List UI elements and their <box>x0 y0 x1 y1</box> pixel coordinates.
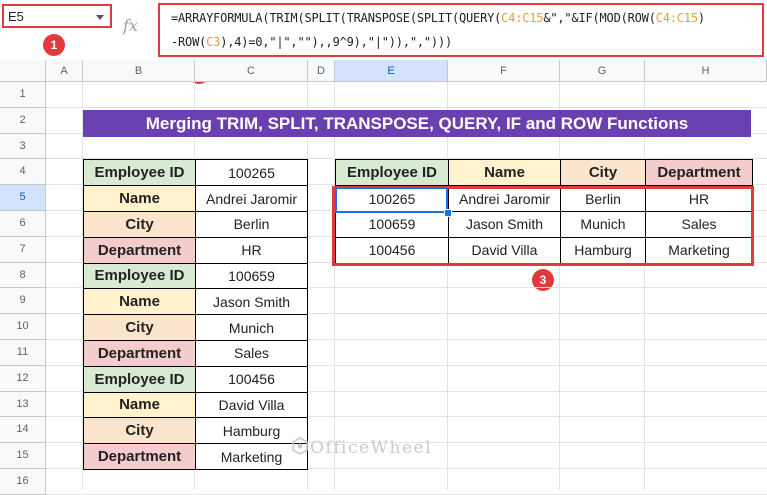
source-label-cell[interactable]: Employee ID <box>83 159 196 187</box>
row-header-7[interactable]: 7 <box>0 236 46 263</box>
formula-text: ) <box>697 11 705 25</box>
officewheel-logo-icon <box>292 437 308 455</box>
row-header-8[interactable]: 8 <box>0 262 46 289</box>
source-label-cell[interactable]: Department <box>83 236 196 264</box>
column-header-a[interactable]: A <box>46 60 83 82</box>
source-label-cell[interactable]: City <box>83 211 196 238</box>
formula-text: ),4)=0,"|",""),,9^9),"|")),","))) <box>220 35 452 49</box>
grid-row-line <box>46 106 767 108</box>
row-header-3[interactable]: 3 <box>0 133 46 160</box>
formula-range-ref: C3 <box>206 35 221 49</box>
select-all-corner[interactable] <box>0 60 46 82</box>
column-header-b[interactable]: B <box>83 60 195 82</box>
source-label-cell[interactable]: City <box>83 314 196 341</box>
source-label-cell[interactable]: Name <box>83 391 196 419</box>
result-header-cell[interactable]: Department <box>645 159 753 187</box>
formula-range-ref: C4:C15 <box>501 11 544 25</box>
result-header-cell[interactable]: Employee ID <box>335 159 449 187</box>
watermark-text: OfficeWheel <box>310 438 433 458</box>
row-header-5[interactable]: 5 <box>0 185 46 211</box>
row-header-12[interactable]: 12 <box>0 365 46 392</box>
result-header-cell[interactable]: City <box>560 159 646 187</box>
fx-icon: fx <box>123 16 138 35</box>
active-cell-selection[interactable] <box>335 187 448 213</box>
column-header-f[interactable]: F <box>448 60 560 82</box>
source-label-cell[interactable]: Employee ID <box>83 262 196 290</box>
name-box-value: E5 <box>8 9 24 24</box>
formula-text: &","&IF(MOD(ROW( <box>543 11 656 25</box>
source-label-cell[interactable]: Name <box>83 185 196 212</box>
source-value-cell[interactable]: HR <box>195 236 308 264</box>
name-box[interactable]: E5 <box>2 4 112 28</box>
source-label-cell[interactable]: Department <box>83 340 196 367</box>
source-value-cell[interactable]: 100659 <box>195 262 308 290</box>
chevron-down-icon[interactable] <box>96 15 104 20</box>
row-header-16[interactable]: 16 <box>0 469 46 495</box>
column-header-c[interactable]: C <box>195 60 308 82</box>
row-header-1[interactable]: 1 <box>0 82 46 108</box>
source-value-cell[interactable]: Berlin <box>195 211 308 238</box>
row-header-2[interactable]: 2 <box>0 107 46 134</box>
row-header-14[interactable]: 14 <box>0 417 46 444</box>
sheet-title-banner: Merging TRIM, SPLIT, TRANSPOSE, QUERY, I… <box>83 110 751 137</box>
formula-range-ref: C4:C15 <box>655 11 698 25</box>
fill-handle[interactable] <box>444 209 452 217</box>
grid-col-line <box>447 82 448 490</box>
source-value-cell[interactable]: Jason Smith <box>195 288 308 316</box>
source-value-cell[interactable]: David Villa <box>195 391 308 419</box>
grid-col-line <box>559 82 560 490</box>
formula-line-2: -ROW(C3),4)=0,"|",""),,9^9),"|")),","))) <box>171 35 452 49</box>
row-header-4[interactable]: 4 <box>0 159 46 186</box>
source-label-cell[interactable]: Name <box>83 288 196 316</box>
source-label-cell[interactable]: Employee ID <box>83 365 196 393</box>
source-value-cell[interactable]: 100265 <box>195 159 308 187</box>
source-value-cell[interactable]: 100456 <box>195 365 308 393</box>
result-header-cell[interactable]: Name <box>448 159 561 187</box>
row-header-13[interactable]: 13 <box>0 391 46 418</box>
row-header-10[interactable]: 10 <box>0 314 46 340</box>
row-header-15[interactable]: 15 <box>0 443 46 469</box>
formula-text: -ROW( <box>171 35 207 49</box>
source-label-cell[interactable]: City <box>83 417 196 445</box>
row-header-11[interactable]: 11 <box>0 340 46 366</box>
row-header-6[interactable]: 6 <box>0 211 46 237</box>
grid-col-line <box>644 82 645 490</box>
source-value-cell[interactable]: Sales <box>195 340 308 367</box>
row-header-9[interactable]: 9 <box>0 288 46 315</box>
source-label-cell[interactable]: Department <box>83 443 196 470</box>
column-header-h[interactable]: H <box>645 60 767 82</box>
source-value-cell[interactable]: Munich <box>195 314 308 341</box>
column-header-e[interactable]: E <box>335 60 448 82</box>
column-header-g[interactable]: G <box>560 60 645 82</box>
source-value-cell[interactable]: Andrei Jaromir <box>195 185 308 212</box>
formula-text: =ARRAYFORMULA(TRIM(SPLIT(TRANSPOSE(SPLIT… <box>171 11 502 25</box>
formula-input[interactable]: =ARRAYFORMULA(TRIM(SPLIT(TRANSPOSE(SPLIT… <box>158 3 764 57</box>
formula-line-1: =ARRAYFORMULA(TRIM(SPLIT(TRANSPOSE(SPLIT… <box>171 11 705 25</box>
column-header-d[interactable]: D <box>308 60 335 82</box>
callout-badge-1: 1 <box>43 34 65 56</box>
grid-col-line <box>334 82 335 490</box>
